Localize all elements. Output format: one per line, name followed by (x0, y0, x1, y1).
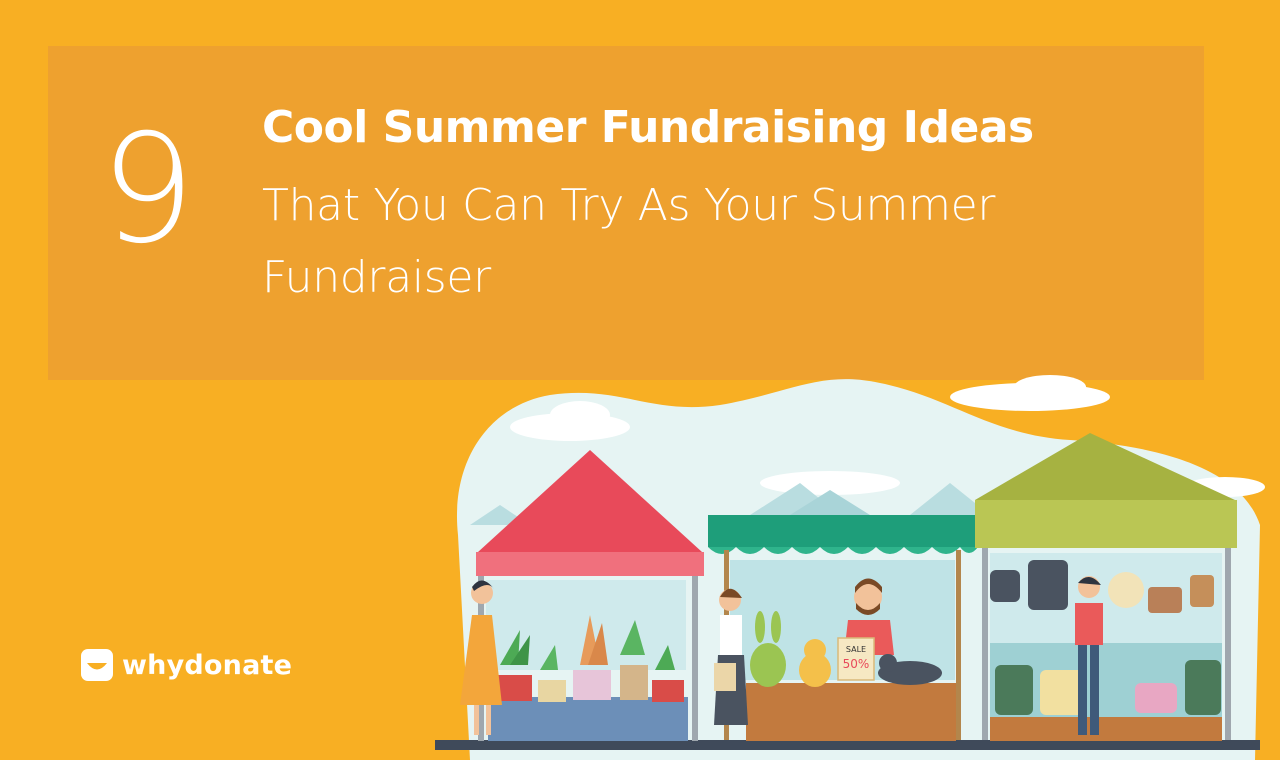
smile-box-icon (81, 649, 113, 681)
title-subline-1: That You Can Try As Your Summer (262, 180, 996, 231)
sale-sign-bottom: 50% (843, 657, 870, 671)
title-subline: That You Can Try As Your Summer Fundrais… (262, 170, 1162, 314)
sale-sign-top: SALE (846, 645, 866, 654)
green-awning-stall: SALE 50% (708, 515, 978, 741)
brand-name: whydonate (122, 649, 293, 681)
title-headline: Cool Summer Fundraising Ideas (262, 102, 1034, 153)
idea-count: 9 (100, 103, 195, 277)
whydonate-logo[interactable]: whydonate (80, 648, 292, 682)
market-stalls-illustration: SALE 50% (435, 375, 1265, 760)
title-subline-2: Fundraiser (262, 252, 491, 303)
